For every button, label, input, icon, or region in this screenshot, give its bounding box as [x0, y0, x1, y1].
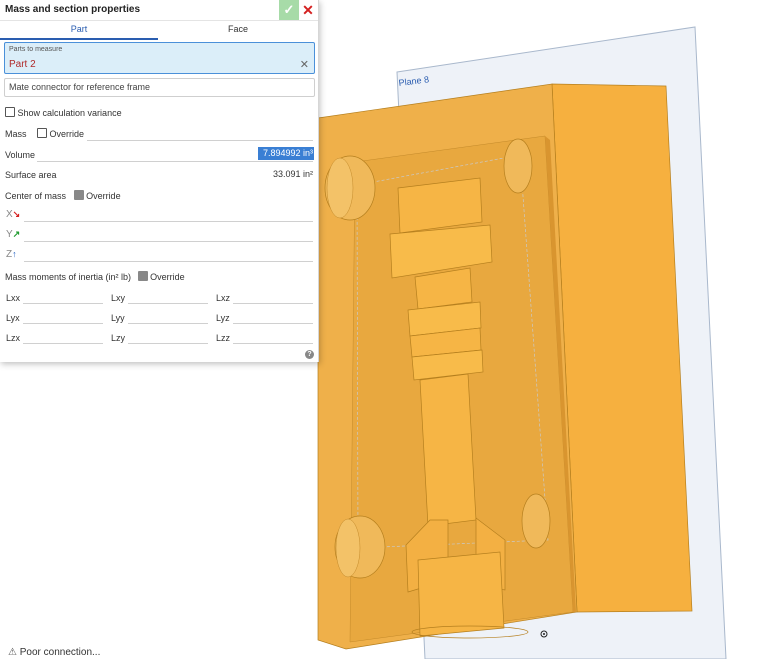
moi-lxy-label: Lxy — [111, 293, 126, 303]
mass-label: Mass — [5, 129, 27, 139]
parts-to-measure-label: Parts to measure — [9, 46, 63, 53]
dialog-title: Mass and section properties — [5, 4, 141, 15]
moi-lzy-label: Lzy — [111, 333, 126, 343]
moi-lyy-label: Lyy — [111, 313, 125, 323]
hole-top-left-inner — [326, 157, 354, 219]
mass-override-label: Override — [49, 129, 85, 139]
moi-lyx-field[interactable] — [23, 323, 103, 324]
moi-lzx-label: Lzx — [6, 333, 21, 343]
moi-lzz-label: Lzz — [216, 333, 231, 343]
close-icon: ✕ — [302, 2, 314, 18]
x-arrow-icon: ↘ — [12, 209, 21, 219]
moi-lyz-label: Lyz — [216, 313, 230, 323]
com-override-label: Override — [86, 191, 121, 201]
mass-row: Mass Override — [5, 128, 84, 139]
surface-area-label: Surface area — [5, 170, 57, 180]
moi-lzz-field[interactable] — [233, 343, 313, 344]
connection-warning-icon: ⚠ — [8, 647, 17, 658]
show-variance-checkbox[interactable] — [5, 107, 15, 117]
hole-bottom-left-inner — [335, 518, 361, 578]
mate-connector-placeholder: Mate connector for reference frame — [9, 82, 151, 92]
show-variance-row[interactable]: Show calculation variance — [5, 107, 122, 118]
moi-lxz-field[interactable] — [233, 303, 313, 304]
moi-lzx-field[interactable] — [23, 343, 103, 344]
origin-marker-dot — [543, 633, 545, 635]
dialog-titlebar: Mass and section properties ✓ ✕ — [0, 0, 318, 21]
moi-lzy-field[interactable] — [128, 343, 208, 344]
com-z-row: Z↑ — [6, 249, 17, 260]
connection-status: ⚠ Poor connection... — [8, 647, 100, 658]
y-arrow-icon: ↗ — [12, 229, 21, 239]
moi-lyy-field[interactable] — [128, 323, 208, 324]
accept-button[interactable]: ✓ — [279, 0, 299, 20]
hole-bottom-right[interactable] — [521, 493, 551, 549]
moi-label: Mass moments of inertia (in² lb) — [5, 272, 132, 282]
mass-override-checkbox[interactable] — [37, 128, 48, 138]
hole-top-right[interactable] — [503, 138, 533, 194]
parts-to-measure-field[interactable]: Parts to measure Part 2 ✕ — [4, 42, 315, 74]
z-arrow-icon: ↑ — [12, 249, 17, 259]
mass-input-line[interactable] — [87, 140, 313, 141]
moi-lxy-field[interactable] — [128, 303, 208, 304]
moi-lxz-label: Lxz — [216, 293, 231, 303]
center-of-mass-row: Center of mass Override — [5, 190, 121, 201]
show-variance-label: Show calculation variance — [17, 108, 122, 118]
moi-lyz-field[interactable] — [233, 323, 313, 324]
shaft-stem[interactable] — [419, 373, 477, 527]
connection-status-text: Poor connection... — [19, 647, 101, 658]
moi-lyx-label: Lyx — [6, 313, 20, 323]
mass-properties-dialog: Mass and section properties ✓ ✕ Part Fac… — [0, 0, 319, 362]
tab-bar: Part Face — [0, 20, 318, 40]
com-x-label: X — [6, 209, 13, 220]
tab-part[interactable]: Part — [0, 20, 158, 40]
com-y-row: Y↗ — [6, 229, 20, 240]
tab-face[interactable]: Face — [158, 20, 318, 38]
moi-lxx-field[interactable] — [23, 303, 103, 304]
moi-override-checkbox[interactable] — [137, 271, 148, 281]
surface-area-value[interactable]: 33.091 in² — [230, 169, 313, 179]
selected-part[interactable]: Part 2 — [9, 59, 36, 70]
com-override-checkbox[interactable] — [73, 190, 84, 200]
moi-lxx-label: Lxx — [6, 293, 21, 303]
com-y-label: Y — [6, 229, 13, 240]
com-y-field[interactable] — [24, 241, 313, 242]
com-z-field[interactable] — [24, 261, 313, 262]
mate-connector-field[interactable]: Mate connector for reference frame — [4, 78, 315, 97]
help-icon[interactable]: ? — [305, 350, 314, 359]
shaft-base[interactable] — [417, 551, 505, 637]
com-x-row: X↘ — [6, 209, 20, 220]
moi-override-label: Override — [150, 272, 185, 282]
volume-input-line — [37, 161, 313, 162]
close-button[interactable]: ✕ — [300, 0, 316, 20]
volume-label: Volume — [5, 150, 36, 160]
moi-row: Mass moments of inertia (in² lb) Overrid… — [5, 271, 185, 282]
checkmark-icon: ✓ — [283, 2, 295, 17]
volume-value[interactable]: 7.894992 in³ — [258, 147, 314, 160]
clear-selection-icon[interactable]: ✕ — [300, 58, 309, 71]
com-x-field[interactable] — [24, 221, 313, 222]
center-of-mass-label: Center of mass — [5, 191, 67, 201]
